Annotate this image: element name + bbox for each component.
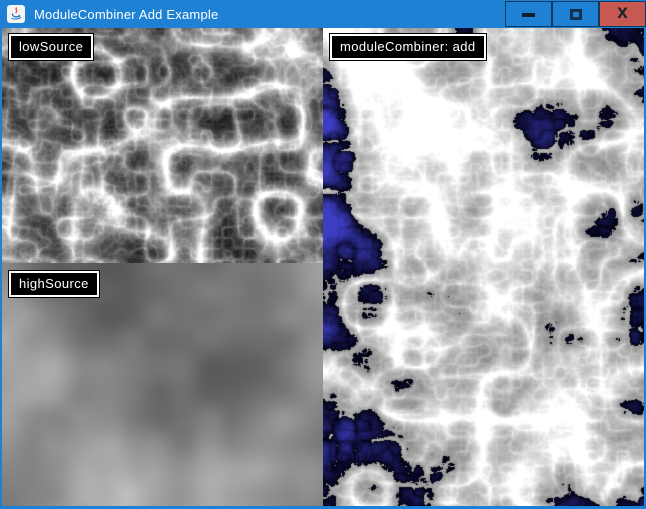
content-area: lowSource highSource moduleCombiner: add <box>2 28 644 506</box>
high-source-label: highSource <box>9 271 99 297</box>
minimize-button[interactable] <box>505 1 552 27</box>
low-source-label: lowSource <box>9 34 93 60</box>
minimize-icon <box>522 13 535 17</box>
java-coffee-cup-icon <box>7 5 25 23</box>
maximize-button[interactable] <box>552 1 599 27</box>
titlebar[interactable]: ModuleCombiner Add Example X <box>0 0 646 28</box>
module-combiner-label: moduleCombiner: add <box>330 34 486 60</box>
close-icon: X <box>617 7 628 21</box>
high-source-texture <box>2 263 323 506</box>
module-combiner-texture <box>323 28 644 506</box>
window-title: ModuleCombiner Add Example <box>34 7 218 22</box>
maximize-icon <box>570 9 582 20</box>
app-window: ModuleCombiner Add Example X lowSource h… <box>0 0 646 509</box>
low-source-texture <box>2 28 323 263</box>
close-button[interactable]: X <box>599 1 646 27</box>
window-controls: X <box>505 1 646 27</box>
